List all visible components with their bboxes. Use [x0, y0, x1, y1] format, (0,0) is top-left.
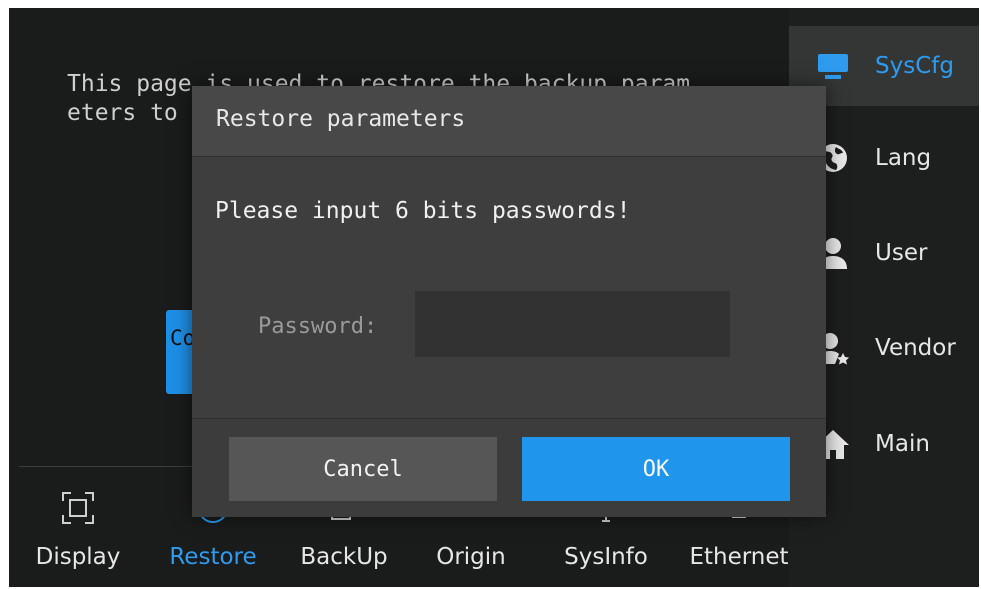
dialog-message: Please input 6 bits passwords!	[215, 198, 631, 224]
sidebar-item-label: SysCfg	[875, 53, 954, 79]
tab-label: SysInfo	[564, 544, 648, 570]
display-icon	[23, 488, 133, 528]
tab-label: Origin	[436, 544, 506, 570]
tab-label: Ethernet	[689, 544, 789, 570]
dialog-header: Restore parameters	[192, 86, 826, 157]
monitor-icon	[813, 46, 853, 86]
restore-dialog: Restore parameters Please input 6 bits p…	[192, 86, 826, 517]
password-label: Password:	[258, 314, 378, 339]
sidebar-item-label: User	[875, 240, 928, 266]
tab-label: Restore	[169, 544, 257, 570]
dialog-title: Restore parameters	[216, 106, 466, 132]
tab-label: Display	[35, 544, 121, 570]
cancel-button[interactable]: Cancel	[229, 437, 497, 501]
dialog-footer: Cancel OK	[192, 418, 826, 517]
password-input[interactable]	[415, 291, 730, 357]
tab-display[interactable]: Display	[23, 488, 133, 570]
sidebar-item-label: Lang	[875, 145, 932, 171]
tab-label: BackUp	[300, 544, 388, 570]
screen: This page is used to restore the backup …	[9, 8, 979, 587]
ok-button[interactable]: OK	[522, 437, 790, 501]
sidebar-item-label: Vendor	[875, 335, 956, 361]
sidebar-item-label: Main	[875, 431, 930, 457]
